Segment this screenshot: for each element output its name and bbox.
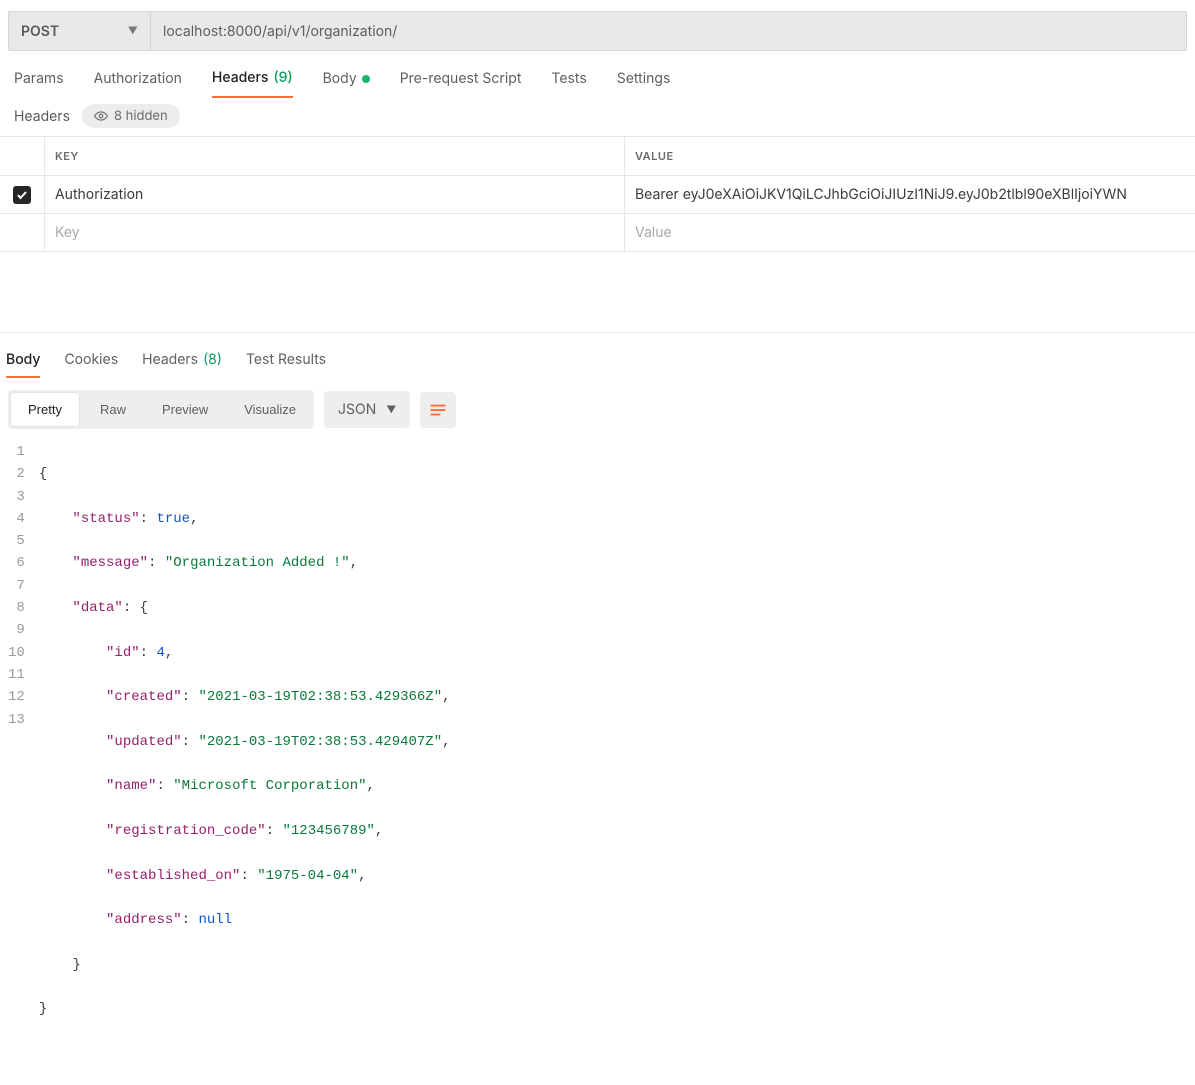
tab-params[interactable]: Params <box>14 69 64 98</box>
response-format-toolbar: Pretty Raw Preview Visualize JSON ▼ <box>0 378 1195 435</box>
view-raw-button[interactable]: Raw <box>82 390 144 429</box>
checkbox-column-head <box>0 137 45 175</box>
chevron-down-icon: ▼ <box>386 404 396 416</box>
view-visualize-button[interactable]: Visualize <box>226 390 314 429</box>
headers-table-head: KEY VALUE <box>0 137 1195 176</box>
row-checkbox[interactable] <box>13 186 31 204</box>
headers-count-badge: (9) <box>273 69 292 86</box>
request-tabs: Params Authorization Headers (9) Body Pr… <box>0 51 1195 98</box>
hidden-count-label: 8 hidden <box>114 108 168 124</box>
response-tabs: Body Cookies Headers (8) Test Results <box>0 332 1195 378</box>
wrap-icon <box>429 401 447 419</box>
headers-title: Headers <box>14 108 70 125</box>
tab-prerequest[interactable]: Pre-request Script <box>400 69 522 98</box>
tab-tests[interactable]: Tests <box>551 69 586 98</box>
header-value-input[interactable]: Bearer eyJ0eXAiOiJKV1QiLCJhbGciOiJIUzI1N… <box>625 176 1195 213</box>
header-value-input[interactable]: Value <box>625 214 1195 251</box>
code-lines: { "status": true, "message": "Organizati… <box>39 441 451 1065</box>
view-preview-button[interactable]: Preview <box>144 390 226 429</box>
language-label: JSON <box>338 401 376 418</box>
eye-icon <box>94 109 108 123</box>
row-checkbox-cell <box>0 214 45 251</box>
http-method-select[interactable]: POST ▼ <box>8 11 150 51</box>
headers-table: KEY VALUE Authorization Bearer eyJ0eXAiO… <box>0 136 1195 252</box>
header-key-input[interactable]: Key <box>45 214 625 251</box>
table-row: Authorization Bearer eyJ0eXAiOiJKV1QiLCJ… <box>0 176 1195 214</box>
line-gutter: 1 2 3 4 5 6 7 8 9 10 11 12 13 <box>8 441 39 1065</box>
hidden-headers-toggle[interactable]: 8 hidden <box>82 104 180 128</box>
view-pretty-button[interactable]: Pretty <box>10 392 80 427</box>
resp-tab-test-results[interactable]: Test Results <box>246 351 326 378</box>
wrap-lines-button[interactable] <box>420 392 456 428</box>
check-icon <box>16 189 28 201</box>
key-column-head: KEY <box>45 137 625 175</box>
value-column-head: VALUE <box>625 137 1195 175</box>
request-url-text: localhost:8000/api/v1/organization/ <box>163 23 397 40</box>
headers-subheader: Headers 8 hidden <box>0 98 1195 136</box>
tab-settings[interactable]: Settings <box>617 69 671 98</box>
resp-tab-headers[interactable]: Headers (8) <box>142 351 222 378</box>
body-indicator-icon <box>362 75 370 83</box>
response-body-editor[interactable]: 1 2 3 4 5 6 7 8 9 10 11 12 13 { "status"… <box>0 435 1195 1085</box>
http-method-label: POST <box>21 23 59 40</box>
resp-headers-count: (8) <box>203 351 222 370</box>
tab-body[interactable]: Body <box>323 69 370 98</box>
header-key-input[interactable]: Authorization <box>45 176 625 213</box>
tab-headers[interactable]: Headers (9) <box>212 69 293 98</box>
language-select[interactable]: JSON ▼ <box>324 391 410 428</box>
view-mode-segment: Pretty Raw Preview Visualize <box>8 390 314 429</box>
tab-authorization[interactable]: Authorization <box>94 69 182 98</box>
chevron-down-icon: ▼ <box>128 25 138 37</box>
resp-tab-cookies[interactable]: Cookies <box>64 351 118 378</box>
resp-tab-body[interactable]: Body <box>6 351 40 378</box>
table-row: Key Value <box>0 214 1195 252</box>
request-url-input[interactable]: localhost:8000/api/v1/organization/ <box>150 11 1187 51</box>
row-checkbox-cell <box>0 176 45 213</box>
request-bar: POST ▼ localhost:8000/api/v1/organizatio… <box>8 11 1187 51</box>
